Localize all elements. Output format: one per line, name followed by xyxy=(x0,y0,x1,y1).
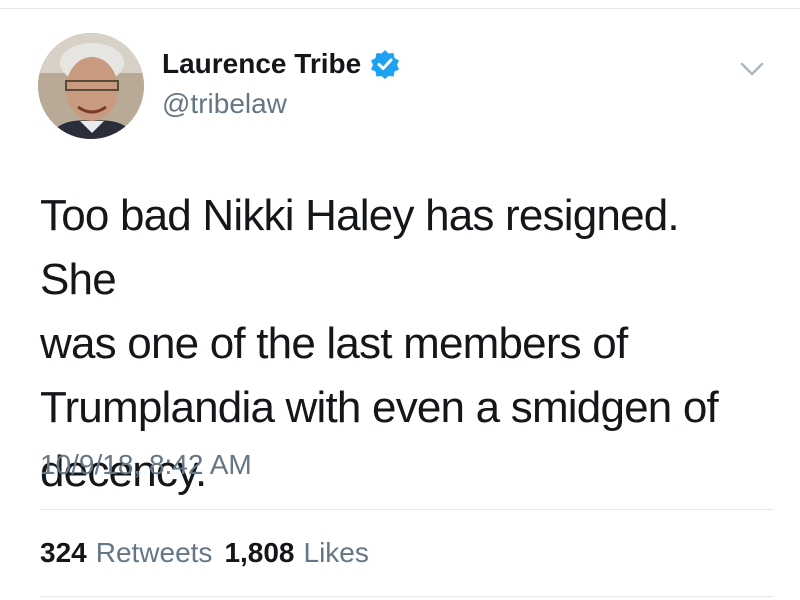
retweets-label: Retweets xyxy=(95,537,213,568)
top-divider xyxy=(0,8,800,9)
avatar[interactable] xyxy=(38,33,144,139)
stats-bottom-divider xyxy=(40,596,773,597)
retweets-count: 324 xyxy=(40,537,87,568)
chevron-down-icon[interactable] xyxy=(739,56,765,82)
likes-stat[interactable]: 1,808 Likes xyxy=(224,536,368,570)
person-photo-icon xyxy=(38,33,144,139)
retweets-stat[interactable]: 324 Retweets xyxy=(40,536,212,570)
likes-count: 1,808 xyxy=(224,537,295,568)
tweet-timestamp[interactable]: 10/9/18, 8:42 AM xyxy=(40,448,252,482)
verified-badge-icon xyxy=(371,50,400,79)
stats-top-divider xyxy=(40,509,773,510)
tweet-stats: 324 Retweets 1,808 Likes xyxy=(40,536,369,570)
author-handle[interactable]: @tribelaw xyxy=(162,87,287,121)
likes-label: Likes xyxy=(303,537,369,568)
author-name-row[interactable]: Laurence Tribe xyxy=(162,47,400,81)
author-display-name[interactable]: Laurence Tribe xyxy=(162,47,361,81)
